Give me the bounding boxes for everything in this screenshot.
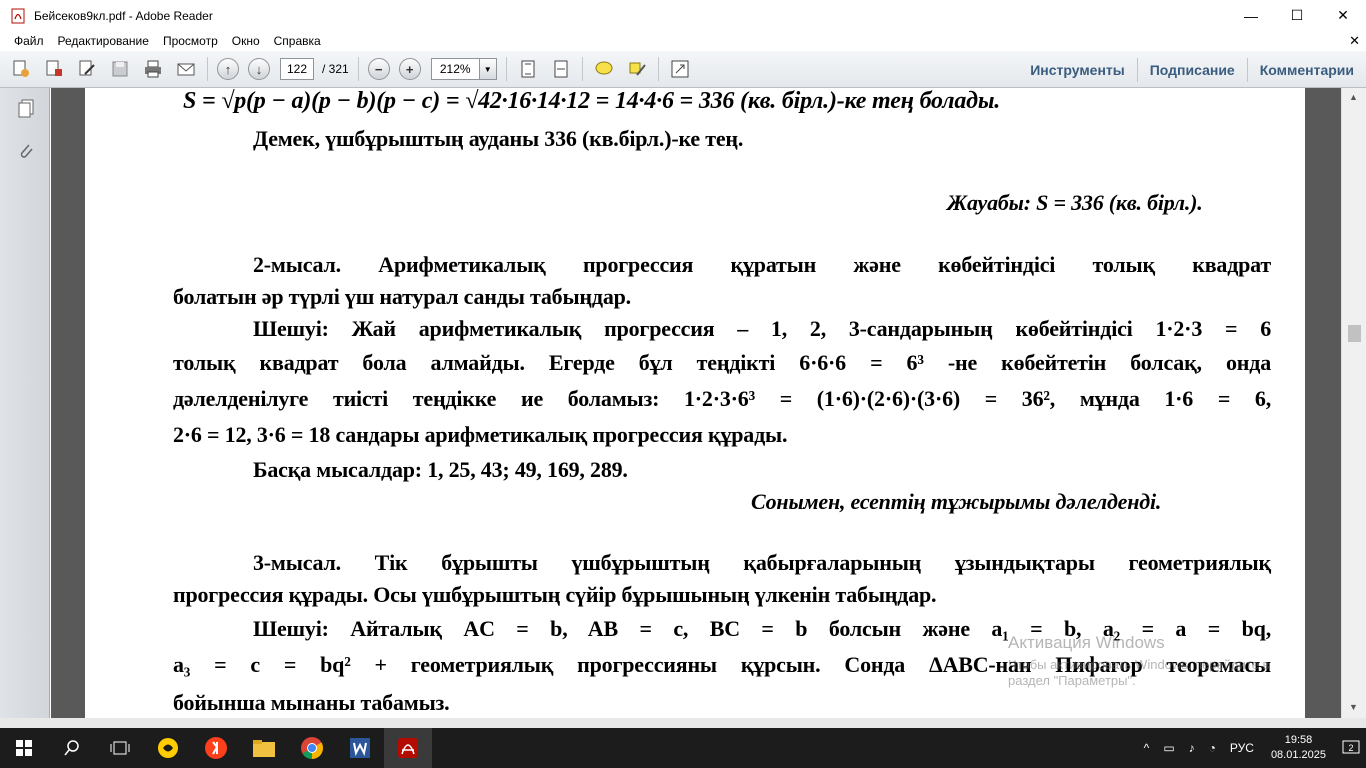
toolbar-separator <box>505 57 507 81</box>
system-tray: ^ ▭ ♪ ◔ РУС 19:58 08.01.2025 2 <box>1137 728 1366 768</box>
text-line: толық квадрат бола алмайды. Егерде бұл т… <box>173 350 1271 375</box>
task-view-icon[interactable] <box>96 728 144 768</box>
document-viewer[interactable]: S = √p(p − a)(p − b)(p − c) = √42·16·14·… <box>51 88 1341 718</box>
menu-edit[interactable]: Редактирование <box>51 34 156 48</box>
page-number-input[interactable]: 122 <box>280 58 314 80</box>
toolbar-separator <box>657 57 659 81</box>
document-close-button[interactable]: ✕ <box>1349 33 1360 49</box>
highlight-icon[interactable] <box>625 57 649 81</box>
combine-files-icon[interactable] <box>42 57 66 81</box>
zoom-level-input[interactable]: 212% <box>430 58 479 80</box>
create-pdf-icon[interactable] <box>9 57 33 81</box>
activation-watermark: Активация Windows Чтобы активировать Win… <box>1008 633 1269 689</box>
chevron-up-icon[interactable]: ^ <box>1137 741 1157 755</box>
print-icon[interactable] <box>141 57 165 81</box>
scroll-up-icon[interactable]: ▲ <box>1349 92 1358 102</box>
fit-width-icon[interactable] <box>549 57 573 81</box>
menu-view[interactable]: Просмотр <box>156 34 225 48</box>
menu-window[interactable]: Окно <box>225 34 267 48</box>
text-line: Басқа мысалдар: 1, 25, 43; 49, 169, 289. <box>253 457 628 482</box>
yandex-icon[interactable] <box>192 728 240 768</box>
comments-link[interactable]: Комментарии <box>1246 57 1366 82</box>
clock[interactable]: 19:58 08.01.2025 <box>1261 733 1336 763</box>
tools-link[interactable]: Инструменты <box>1018 58 1137 82</box>
text-line: Демек, үшбұрыштың ауданы 336 (кв.бірл.)-… <box>253 126 744 151</box>
menu-bar: Файл Редактирование Просмотр Окно Справк… <box>0 31 1366 51</box>
chrome-icon[interactable] <box>288 728 336 768</box>
solution-line: Шешуі: Жай арифметикалық прогрессия – 1,… <box>253 316 1271 341</box>
notification-center-icon[interactable]: 2 <box>1336 728 1366 768</box>
window-title: Бейсеков9кл.pdf - Adobe Reader <box>34 8 213 23</box>
toolbar-separator <box>207 57 208 81</box>
fit-page-icon[interactable] <box>516 57 540 81</box>
scroll-down-icon[interactable]: ▼ <box>1349 702 1358 712</box>
previous-page-icon[interactable]: ↑ <box>217 58 239 80</box>
close-button[interactable]: ✕ <box>1320 0 1366 31</box>
yandex-browser-icon[interactable] <box>144 728 192 768</box>
minimize-button[interactable]: — <box>1228 0 1274 31</box>
word-icon[interactable] <box>336 728 384 768</box>
toolbar: ↑ ↓ 122 / 321 − + 212% ▼ Инструменты Под… <box>0 51 1366 88</box>
example-heading: 2-мысал. Арифметикалық прогрессия құраты… <box>253 252 1271 277</box>
toolbar-separator <box>581 57 583 81</box>
watermark-text: Чтобы активировать Windows, перейдите в <box>1008 657 1270 672</box>
page-total: / 321 <box>322 62 349 76</box>
email-icon[interactable] <box>174 57 198 81</box>
pages-icon[interactable] <box>16 98 36 120</box>
pdf-page: S = √p(p − a)(p − b)(p − c) = √42·16·14·… <box>85 88 1305 718</box>
text-line: болатын әр түрлі үш натурал санды табыңд… <box>173 284 631 309</box>
zoom-in-icon[interactable]: + <box>398 58 421 80</box>
taskbar: ^ ▭ ♪ ◔ РУС 19:58 08.01.2025 2 <box>0 728 1366 768</box>
next-page-icon[interactable]: ↓ <box>248 58 270 80</box>
watermark-text: раздел "Параметры". <box>1008 673 1136 688</box>
toolbar-separator <box>357 57 359 81</box>
title-bar: Бейсеков9кл.pdf - Adobe Reader — ☐ ✕ <box>0 0 1366 31</box>
example-heading: 3-мысал. Тік бұрышты үшбұрыштың қабырғал… <box>253 550 1271 575</box>
chevron-down-icon[interactable]: ▼ <box>478 58 497 80</box>
clock-time: 19:58 <box>1284 734 1313 746</box>
attachment-icon[interactable] <box>16 140 36 162</box>
answer-line: Жауабы: S = 336 (кв. бірл.). <box>947 190 1203 215</box>
status-bar <box>0 718 1366 728</box>
save-icon[interactable] <box>108 57 132 81</box>
text-line: бойынша мынаны табамыз. <box>173 690 450 715</box>
vertical-scrollbar[interactable]: ▲ ▼ <box>1341 88 1366 718</box>
clock-date: 08.01.2025 <box>1270 749 1326 761</box>
search-icon[interactable] <box>48 728 96 768</box>
menu-file[interactable]: Файл <box>0 34 51 48</box>
text-line: 2·6 = 12, 3·6 = 18 сандары арифметикалық… <box>173 422 788 447</box>
windows-start-icon[interactable] <box>0 728 48 768</box>
menu-help[interactable]: Справка <box>267 34 328 48</box>
notification-count: 2 <box>1348 743 1353 753</box>
battery-icon[interactable]: ▭ <box>1156 741 1181 755</box>
network-icon[interactable]: ◔ <box>1202 741 1223 755</box>
maximize-button[interactable]: ☐ <box>1274 0 1320 31</box>
edit-pdf-icon[interactable] <box>75 57 99 81</box>
comment-icon[interactable] <box>592 57 616 81</box>
adobe-reader-taskbar-icon[interactable] <box>384 728 432 768</box>
sign-link[interactable]: Подписание <box>1136 57 1247 82</box>
volume-icon[interactable]: ♪ <box>1182 741 1202 755</box>
file-explorer-icon[interactable] <box>240 728 288 768</box>
language-indicator[interactable]: РУС <box>1223 741 1261 755</box>
text-line: дәлелденілуге тиісті теңдікке ие боламыз… <box>173 386 1271 411</box>
conclusion-line: Сонымен, есептің тұжырымы дәлелденді. <box>751 489 1162 514</box>
scroll-thumb[interactable] <box>1348 325 1361 342</box>
navigation-pane <box>0 88 50 728</box>
zoom-out-icon[interactable]: − <box>367 58 390 80</box>
full-screen-icon[interactable] <box>668 57 692 81</box>
watermark-title: Активация Windows <box>1008 633 1165 652</box>
formula-line: S = √p(p − a)(p − b)(p − c) = √42·16·14·… <box>183 88 1001 114</box>
adobe-reader-icon <box>10 8 26 24</box>
text-line: прогрессия құрады. Осы үшбұрыштың сүйір … <box>173 582 937 607</box>
